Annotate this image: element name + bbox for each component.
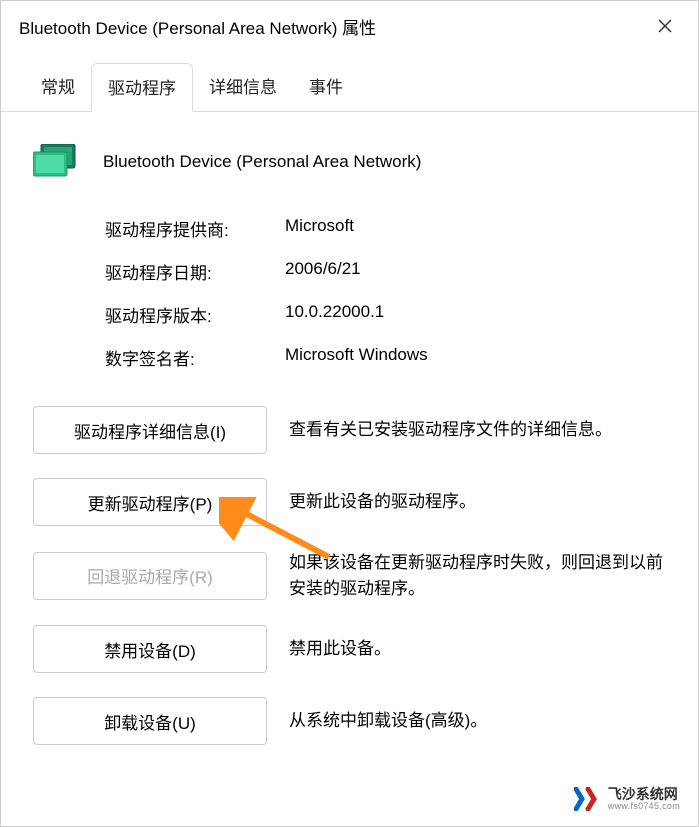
signer-label: 数字签名者: bbox=[105, 345, 285, 370]
device-name: Bluetooth Device (Personal Area Network) bbox=[103, 152, 421, 172]
driver-details-desc: 查看有关已安装驱动程序文件的详细信息。 bbox=[289, 417, 666, 443]
device-icon bbox=[33, 144, 79, 180]
watermark-main: 飞沙系统网 bbox=[608, 787, 680, 802]
provider-value: Microsoft bbox=[285, 216, 354, 241]
info-row-signer: 数字签名者: Microsoft Windows bbox=[105, 345, 666, 370]
watermark: 飞沙系统网 www.fs0745.com bbox=[574, 787, 680, 812]
date-label: 驱动程序日期: bbox=[105, 259, 285, 284]
info-row-version: 驱动程序版本: 10.0.22000.1 bbox=[105, 302, 666, 327]
signer-value: Microsoft Windows bbox=[285, 345, 428, 370]
update-driver-desc: 更新此设备的驱动程序。 bbox=[289, 489, 666, 515]
window-title: Bluetooth Device (Personal Area Network)… bbox=[19, 14, 376, 39]
dialog-window: Bluetooth Device (Personal Area Network)… bbox=[0, 0, 699, 827]
update-driver-button[interactable]: 更新驱动程序(P) bbox=[33, 478, 267, 526]
action-row-rollback: 回退驱动程序(R) 如果该设备在更新驱动程序时失败，则回退到以前安装的驱动程序。 bbox=[33, 550, 666, 601]
tab-content: Bluetooth Device (Personal Area Network)… bbox=[1, 112, 698, 793]
uninstall-device-desc: 从系统中卸载设备(高级)。 bbox=[289, 708, 666, 734]
info-row-date: 驱动程序日期: 2006/6/21 bbox=[105, 259, 666, 284]
info-grid: 驱动程序提供商: Microsoft 驱动程序日期: 2006/6/21 驱动程… bbox=[105, 216, 666, 370]
tab-general[interactable]: 常规 bbox=[25, 63, 91, 111]
tab-bar: 常规 驱动程序 详细信息 事件 bbox=[1, 63, 698, 112]
close-button[interactable] bbox=[650, 11, 680, 41]
tab-events[interactable]: 事件 bbox=[293, 63, 359, 111]
watermark-logo-icon bbox=[574, 787, 602, 811]
close-icon bbox=[658, 19, 672, 33]
tab-driver[interactable]: 驱动程序 bbox=[91, 63, 193, 112]
info-row-provider: 驱动程序提供商: Microsoft bbox=[105, 216, 666, 241]
watermark-text: 飞沙系统网 www.fs0745.com bbox=[608, 787, 680, 812]
version-value: 10.0.22000.1 bbox=[285, 302, 384, 327]
device-header: Bluetooth Device (Personal Area Network) bbox=[33, 144, 666, 180]
disable-device-desc: 禁用此设备。 bbox=[289, 636, 666, 662]
action-row-update: 更新驱动程序(P) 更新此设备的驱动程序。 bbox=[33, 478, 666, 526]
disable-device-button[interactable]: 禁用设备(D) bbox=[33, 625, 267, 673]
watermark-sub: www.fs0745.com bbox=[608, 802, 680, 812]
action-row-details: 驱动程序详细信息(I) 查看有关已安装驱动程序文件的详细信息。 bbox=[33, 406, 666, 454]
date-value: 2006/6/21 bbox=[285, 259, 361, 284]
uninstall-device-button[interactable]: 卸载设备(U) bbox=[33, 697, 267, 745]
driver-details-button[interactable]: 驱动程序详细信息(I) bbox=[33, 406, 267, 454]
rollback-driver-button: 回退驱动程序(R) bbox=[33, 552, 267, 600]
provider-label: 驱动程序提供商: bbox=[105, 216, 285, 241]
tab-details[interactable]: 详细信息 bbox=[193, 63, 293, 111]
title-bar: Bluetooth Device (Personal Area Network)… bbox=[1, 1, 698, 51]
rollback-driver-desc: 如果该设备在更新驱动程序时失败，则回退到以前安装的驱动程序。 bbox=[289, 550, 666, 601]
action-row-disable: 禁用设备(D) 禁用此设备。 bbox=[33, 625, 666, 673]
version-label: 驱动程序版本: bbox=[105, 302, 285, 327]
action-row-uninstall: 卸载设备(U) 从系统中卸载设备(高级)。 bbox=[33, 697, 666, 745]
